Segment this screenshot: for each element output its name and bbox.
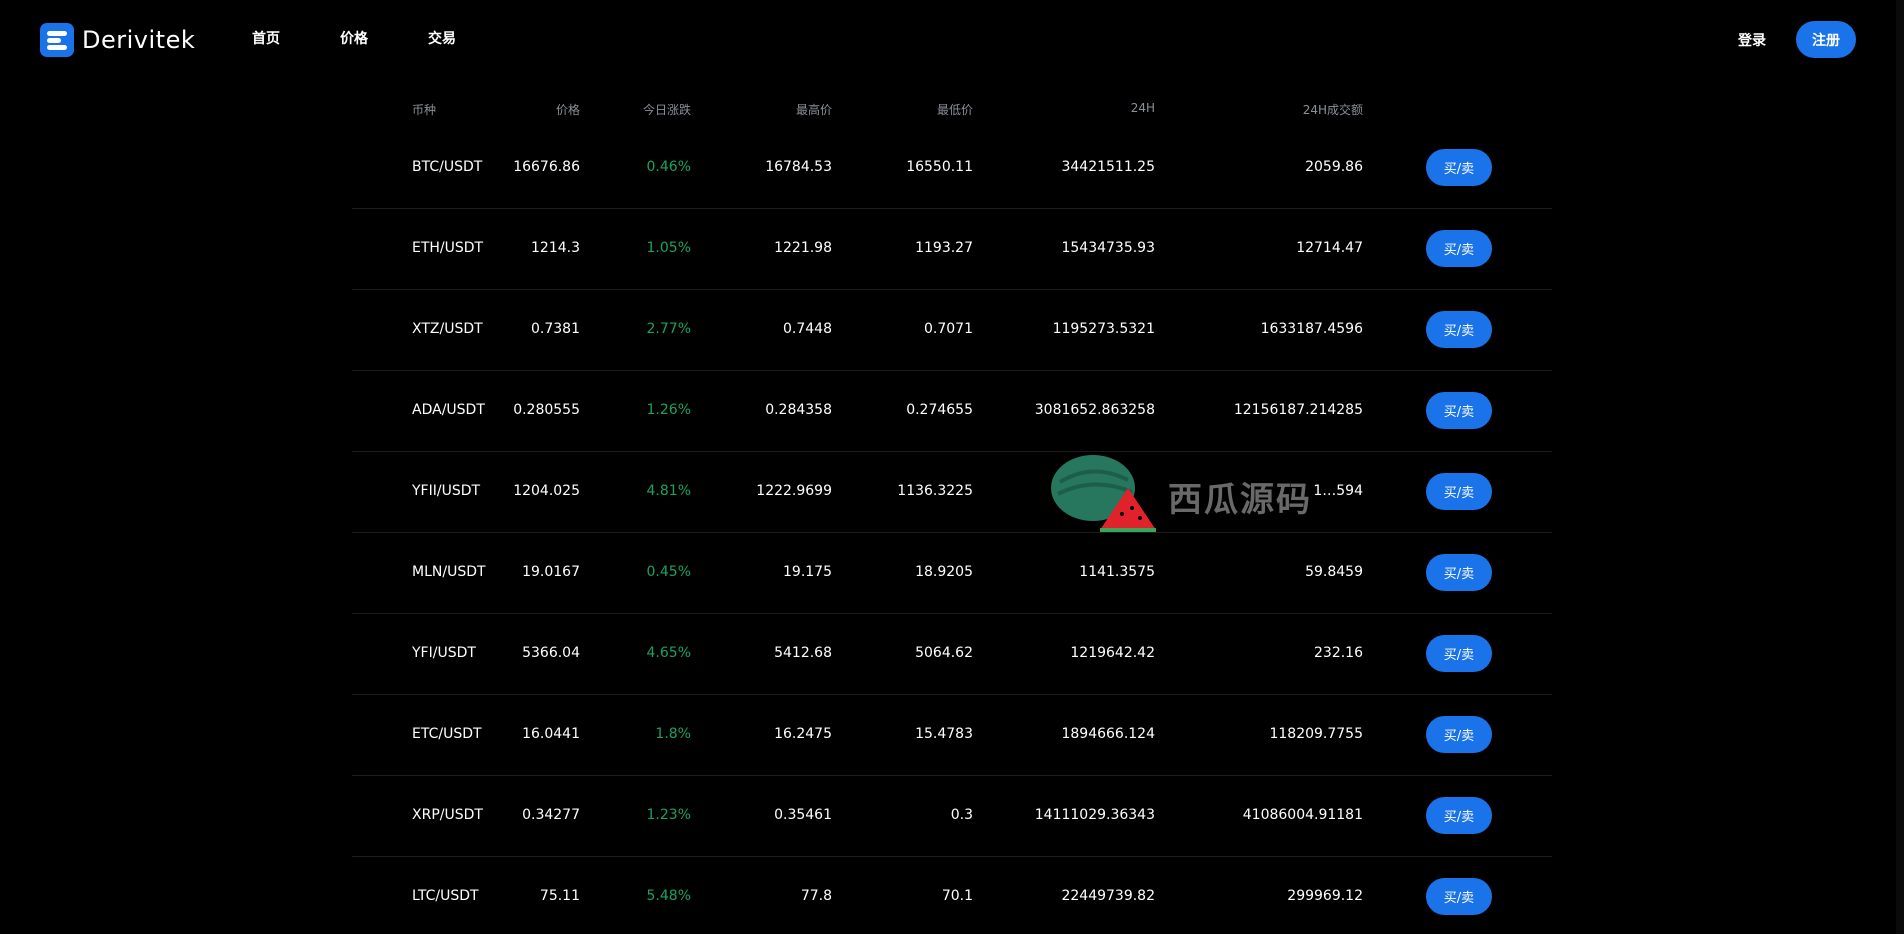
buy-sell-button[interactable]: 买/卖 bbox=[1426, 716, 1492, 753]
table-row[interactable]: YFII/USDT 1204.025 4.81% 1222.9699 1136.3225… bbox=[352, 452, 1552, 533]
brand-name: Derivitek bbox=[82, 26, 196, 54]
amount24h-cell: 12156187.214285 bbox=[1233, 402, 1363, 418]
amount24h-cell: 1633187.4596 bbox=[1260, 321, 1363, 337]
header-24h-amount: 24H成交额 bbox=[1302, 103, 1363, 117]
buy-sell-button[interactable]: 买/卖 bbox=[1426, 473, 1492, 510]
buy-sell-button[interactable]: 买/卖 bbox=[1426, 554, 1492, 591]
login-link[interactable]: 登录 bbox=[1738, 30, 1766, 50]
page-scrollbar[interactable] bbox=[1896, 0, 1904, 934]
nav-item-trade[interactable]: 交易 bbox=[428, 28, 456, 48]
table-row[interactable]: XTZ/USDT 0.7381 2.77% 0.7448 0.7071 1195273.5… bbox=[352, 290, 1552, 371]
table-header: 币种 价格 今日涨跌 最高价 最低价 24H 24H成交额 bbox=[352, 88, 1552, 128]
buy-sell-button[interactable]: 买/卖 bbox=[1426, 230, 1492, 267]
amount24h-cell: 299969.12 bbox=[1287, 888, 1363, 904]
amount24h-cell: 232.16 bbox=[1314, 645, 1363, 661]
buy-sell-button[interactable]: 买/卖 bbox=[1426, 797, 1492, 834]
table-row[interactable]: ETH/USDT 1214.3 1.05% 1221.98 1193.27 1543473… bbox=[352, 209, 1552, 290]
brand-logo-icon bbox=[40, 23, 74, 57]
amount24h-cell: 1…594 bbox=[1313, 483, 1363, 499]
table-row[interactable]: ADA/USDT 0.280555 1.26% 0.284358 0.274655 308… bbox=[352, 371, 1552, 452]
top-header: Derivitek 首页 价格 交易 登录 注册 bbox=[0, 0, 1904, 80]
main-nav: 首页 价格 交易 bbox=[252, 28, 516, 48]
buy-sell-button[interactable]: 买/卖 bbox=[1426, 635, 1492, 672]
table-row[interactable]: YFI/USDT 5366.04 4.65% 5412.68 5064.62 121964… bbox=[352, 614, 1552, 695]
table-body: BTC/USDT 16676.86 0.46% 16784.53 16550.11 344… bbox=[352, 128, 1552, 934]
nav-item-prices[interactable]: 价格 bbox=[340, 28, 368, 48]
buy-sell-button[interactable]: 买/卖 bbox=[1426, 311, 1492, 348]
buy-sell-button[interactable]: 买/卖 bbox=[1426, 878, 1492, 915]
amount24h-cell: 59.8459 bbox=[1305, 564, 1363, 580]
table-row[interactable]: LTC/USDT 75.11 5.48% 77.8 70.1 22449739.82 299… bbox=[352, 857, 1552, 934]
buy-sell-button[interactable]: 买/卖 bbox=[1426, 149, 1492, 186]
amount24h-cell: 41086004.91181 bbox=[1242, 807, 1363, 823]
brand-logo[interactable]: Derivitek bbox=[40, 23, 195, 57]
market-page: Derivitek 首页 价格 交易 登录 注册 币种 价格 今日涨跌 最高价 … bbox=[0, 0, 1904, 934]
amount24h-cell: 118209.7755 bbox=[1269, 726, 1363, 742]
register-button[interactable]: 注册 bbox=[1796, 21, 1856, 58]
buy-sell-button[interactable]: 买/卖 bbox=[1426, 392, 1492, 429]
market-table: 币种 价格 今日涨跌 最高价 最低价 24H 24H成交额 BTC/USDT 16… bbox=[352, 88, 1552, 934]
table-row[interactable]: ETC/USDT 16.0441 1.8% 16.2475 15.4783 1894666… bbox=[352, 695, 1552, 776]
table-row[interactable]: BTC/USDT 16676.86 0.46% 16784.53 16550.11 344… bbox=[352, 128, 1552, 209]
table-row[interactable]: MLN/USDT 19.0167 0.45% 19.175 18.9205 1141.35… bbox=[352, 533, 1552, 614]
amount24h-cell: 2059.86 bbox=[1305, 159, 1363, 175]
amount24h-cell: 12714.47 bbox=[1296, 240, 1363, 256]
table-row[interactable]: XRP/USDT 0.34277 1.23% 0.35461 0.3 14111029.3… bbox=[352, 776, 1552, 857]
nav-item-home[interactable]: 首页 bbox=[252, 28, 280, 48]
